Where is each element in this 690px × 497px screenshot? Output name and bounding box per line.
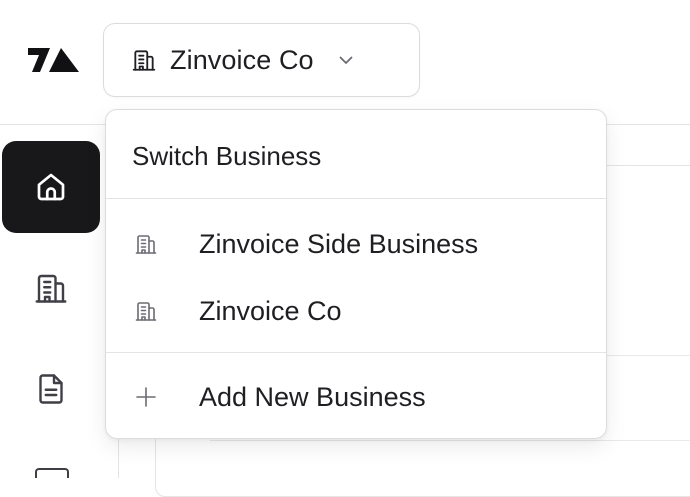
sidebar-item-home[interactable]	[2, 141, 100, 233]
menu-item-business[interactable]: Zinvoice Co	[112, 282, 602, 340]
plus-icon	[136, 387, 156, 407]
add-new-business-label: Add New Business	[199, 381, 426, 412]
building-icon	[135, 235, 157, 254]
zinvoice-logo-icon	[28, 48, 79, 72]
content-divider	[210, 440, 690, 441]
app-logo[interactable]	[27, 44, 81, 76]
building-icon	[135, 302, 157, 321]
current-business-label: Zinvoice Co	[170, 44, 314, 75]
document-icon	[39, 374, 63, 404]
add-new-business-button[interactable]: Add New Business	[112, 368, 602, 426]
building-icon	[132, 50, 156, 71]
menu-separator	[106, 352, 606, 353]
chevron-down-icon	[339, 56, 353, 64]
menu-heading: Switch Business	[132, 141, 322, 171]
home-icon	[37, 173, 65, 201]
sidebar-item-documents[interactable]	[2, 343, 100, 435]
menu-item-label: Zinvoice Co	[199, 295, 342, 326]
menu-separator	[106, 198, 606, 199]
building-icon	[35, 274, 67, 303]
menu-item-business[interactable]: Zinvoice Side Business	[112, 215, 602, 273]
business-switcher-button[interactable]: Zinvoice Co	[103, 23, 420, 97]
sidebar-item-businesses[interactable]	[2, 242, 100, 334]
sidebar-item-partial[interactable]	[35, 468, 69, 478]
menu-item-label: Zinvoice Side Business	[199, 228, 479, 259]
switch-business-menu: Switch Business Zinvoice Side Business Z…	[105, 109, 607, 439]
